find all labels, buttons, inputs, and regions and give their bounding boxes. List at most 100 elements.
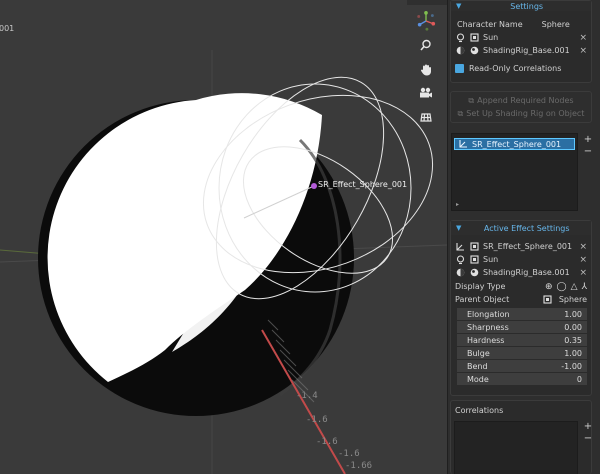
effect-list-item[interactable]: SR_Effect_Sphere_001: [454, 138, 575, 150]
correlations-list[interactable]: [454, 421, 578, 474]
settings-header[interactable]: ▼ Settings: [451, 1, 591, 11]
read-only-row[interactable]: Read-Only Correlations: [451, 62, 591, 75]
collapse-triangle-icon[interactable]: ▼: [456, 224, 461, 232]
correlations-section: Correlations: [450, 400, 592, 474]
world-globe-icon: [469, 267, 480, 278]
light-bulb-icon: [455, 32, 466, 43]
clear-rig-icon[interactable]: ×: [579, 46, 587, 56]
viewport-tool-column: [414, 11, 438, 126]
parent-object-value[interactable]: Sphere: [559, 295, 587, 304]
object-square-icon: [469, 32, 480, 43]
sharpness-field[interactable]: Sharpness 0.00: [457, 321, 587, 334]
display-type-options: ⊕ ◯ △ ⅄: [545, 282, 587, 292]
active-effect-header[interactable]: ▼ Active Effect Settings: [451, 221, 591, 235]
append-nodes-button[interactable]: ⧉ Append Required Nodes: [451, 94, 591, 107]
correlations-list-buttons: + −: [582, 421, 594, 445]
field-label: Elongation: [467, 309, 510, 319]
plain-axes-display-icon[interactable]: ⊕: [545, 282, 553, 292]
remove-effect-icon[interactable]: −: [584, 146, 592, 158]
object-square-icon: [469, 254, 480, 265]
collapse-triangle-icon[interactable]: ▼: [456, 2, 461, 10]
parent-object-label: Parent Object: [455, 295, 510, 304]
parent-object-row: Parent Object Sphere: [451, 293, 591, 306]
clear-sun-icon[interactable]: ×: [579, 33, 587, 43]
node-tree-icon: ⧉: [468, 95, 475, 105]
effect-sun-label: Sun: [483, 255, 499, 264]
clear-effect-sun-icon[interactable]: ×: [579, 255, 587, 265]
field-label: Mode: [467, 374, 489, 384]
read-only-label: Read-Only Correlations: [469, 64, 562, 73]
correlations-title: Correlations: [455, 406, 504, 415]
display-type-row: Display Type ⊕ ◯ △ ⅄: [451, 280, 591, 293]
setup-rig-label: Set Up Shading Rig on Object: [466, 109, 585, 118]
object-square-icon: [542, 294, 553, 305]
field-label: Bend: [467, 361, 488, 371]
scene-render: -1.4 -1.6 -1.6 -1.6 -1.66: [0, 50, 447, 474]
add-correlation-icon[interactable]: +: [584, 421, 592, 433]
navigation-gizmo[interactable]: [416, 11, 436, 31]
object-square-icon: [469, 241, 480, 252]
effect-parameters: Elongation 1.00 Sharpness 0.00 Hardness …: [457, 308, 587, 386]
settings-section: ▼ Settings Character Name Sphere Sun × S…: [450, 0, 592, 83]
axis-tick-1: -1.4: [296, 391, 318, 401]
axis-tick-5: -1.66: [345, 461, 372, 471]
list-resize-icon[interactable]: ▸: [456, 201, 459, 208]
hardness-field[interactable]: Hardness 0.35: [457, 334, 587, 347]
clear-effect-rig-icon[interactable]: ×: [579, 268, 587, 278]
active-effect-title: Active Effect Settings: [483, 223, 570, 233]
axis-tick-2: -1.6: [306, 415, 328, 425]
field-label: Hardness: [467, 335, 505, 345]
camera-icon[interactable]: [416, 84, 436, 102]
character-name-row: Character Name Sphere: [451, 18, 591, 31]
cone-display-icon[interactable]: △: [571, 282, 578, 292]
remove-correlation-icon[interactable]: −: [584, 433, 592, 445]
effect-list-item-label: SR_Effect_Sphere_001: [472, 139, 562, 149]
effect-origin-dot: [311, 183, 317, 189]
hand-pan-icon[interactable]: [416, 60, 436, 78]
elongation-field[interactable]: Elongation 1.00: [457, 308, 587, 321]
read-only-checkbox[interactable]: [455, 64, 464, 73]
add-effect-icon[interactable]: +: [584, 134, 592, 146]
effects-list[interactable]: SR_Effect_Sphere_001 ▸: [451, 133, 578, 211]
axis-tick-labels: -1.4 -1.6 -1.6 -1.6 -1.66: [296, 391, 372, 471]
clear-effect-icon[interactable]: ×: [579, 242, 587, 252]
grid-icon[interactable]: [416, 108, 436, 126]
field-label: Bulge: [467, 348, 490, 358]
axis-tick-3: -1.6: [316, 437, 338, 447]
active-effect-section: ▼ Active Effect Settings SR_Effect_Spher…: [450, 220, 592, 396]
field-value: 1.00: [564, 348, 582, 358]
field-value: 1.00: [564, 309, 582, 319]
arrows-display-icon[interactable]: ⅄: [582, 282, 588, 292]
setup-rig-button[interactable]: ⧉ Set Up Shading Rig on Object: [451, 107, 591, 120]
character-name-value[interactable]: Sphere: [542, 20, 570, 29]
effect-rig-row: ShadingRig_Base.001 ×: [451, 266, 591, 279]
field-value: 0.35: [564, 335, 582, 345]
rig-actions-section: ⧉ Append Required Nodes ⧉ Set Up Shading…: [450, 91, 592, 123]
empty-axes-icon: [459, 139, 468, 150]
rig-label: ShadingRig_Base.001: [483, 46, 570, 55]
world-globe-icon: [469, 45, 480, 56]
correlations-header: Correlations: [451, 404, 591, 417]
rig-row: ShadingRig_Base.001 ×: [451, 44, 591, 57]
viewport-object-name: 001: [0, 24, 15, 33]
field-value: 0.00: [564, 322, 582, 332]
effect-name-row: SR_Effect_Sphere_001 ×: [451, 240, 591, 253]
settings-title: Settings: [510, 1, 544, 11]
bend-field[interactable]: Bend -1.00: [457, 360, 587, 373]
world-shading-icon: [455, 267, 466, 278]
effect-object-label: SR_Effect_Sphere_001: [318, 180, 408, 189]
sphere-display-icon[interactable]: ◯: [557, 282, 567, 292]
3d-viewport[interactable]: -1.4 -1.6 -1.6 -1.6 -1.66 001 SR_Effect_…: [0, 0, 447, 474]
zoom-icon[interactable]: [416, 36, 436, 54]
bulge-field[interactable]: Bulge 1.00: [457, 347, 587, 360]
sun-label: Sun: [483, 33, 499, 42]
mode-field[interactable]: Mode 0: [457, 373, 587, 386]
world-shading-icon: [455, 45, 466, 56]
empty-axes-icon: [455, 241, 466, 252]
field-label: Sharpness: [467, 322, 509, 332]
node-tree-icon: ⧉: [457, 108, 464, 118]
effect-name: SR_Effect_Sphere_001: [483, 242, 573, 251]
viewport-header-strip: [407, 0, 447, 5]
effect-sun-row: Sun ×: [451, 253, 591, 266]
effect-rig-label: ShadingRig_Base.001: [483, 268, 570, 277]
